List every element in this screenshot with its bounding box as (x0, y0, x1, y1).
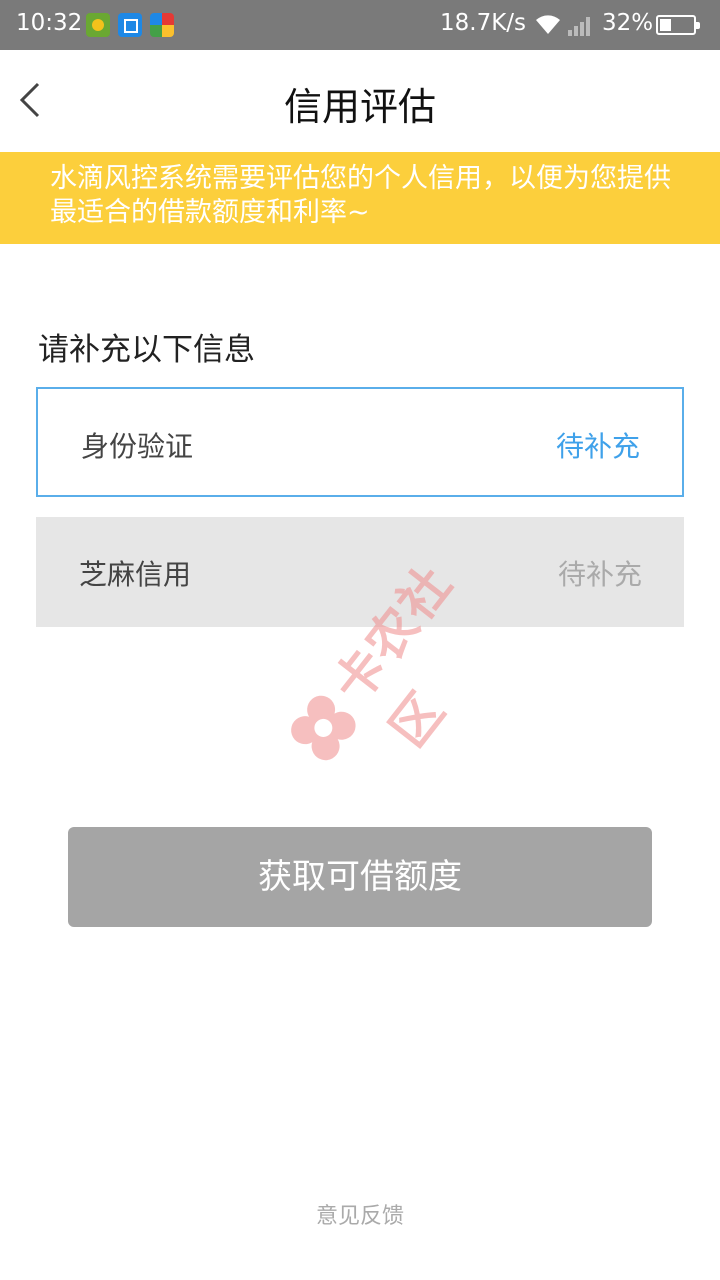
item-label: 身份验证 (81, 430, 194, 463)
item-status: 待补充 (555, 430, 640, 463)
signal-icon (568, 17, 590, 36)
page-title: 信用评估 (283, 85, 436, 129)
status-bar: 10:32 18.7K/s 32% (0, 0, 720, 50)
status-battery-text: 32% (602, 10, 654, 36)
browser-notification-icon (150, 13, 174, 37)
status-time: 10:32 (16, 10, 83, 36)
battery-icon (656, 15, 700, 35)
screenshot-notification-icon (118, 13, 142, 37)
status-net-speed: 18.7K/s (440, 10, 527, 36)
item-status: 待补充 (557, 558, 642, 591)
section-title: 请补充以下信息 (38, 332, 255, 368)
wifi-icon (536, 15, 560, 34)
app-header: 信用评估 (0, 50, 720, 150)
get-credit-limit-button[interactable]: 获取可借额度 (68, 827, 652, 927)
feedback-link[interactable]: 意见反馈 (0, 1198, 720, 1230)
notice-banner: 水滴风控系统需要评估您的个人信用，以便为您提供最适合的借款额度和利率~ (0, 152, 720, 244)
item-label: 芝麻信用 (79, 558, 192, 591)
identity-verification-item[interactable]: 身份验证 待补充 (36, 387, 684, 497)
app-notification-icon (86, 13, 110, 37)
